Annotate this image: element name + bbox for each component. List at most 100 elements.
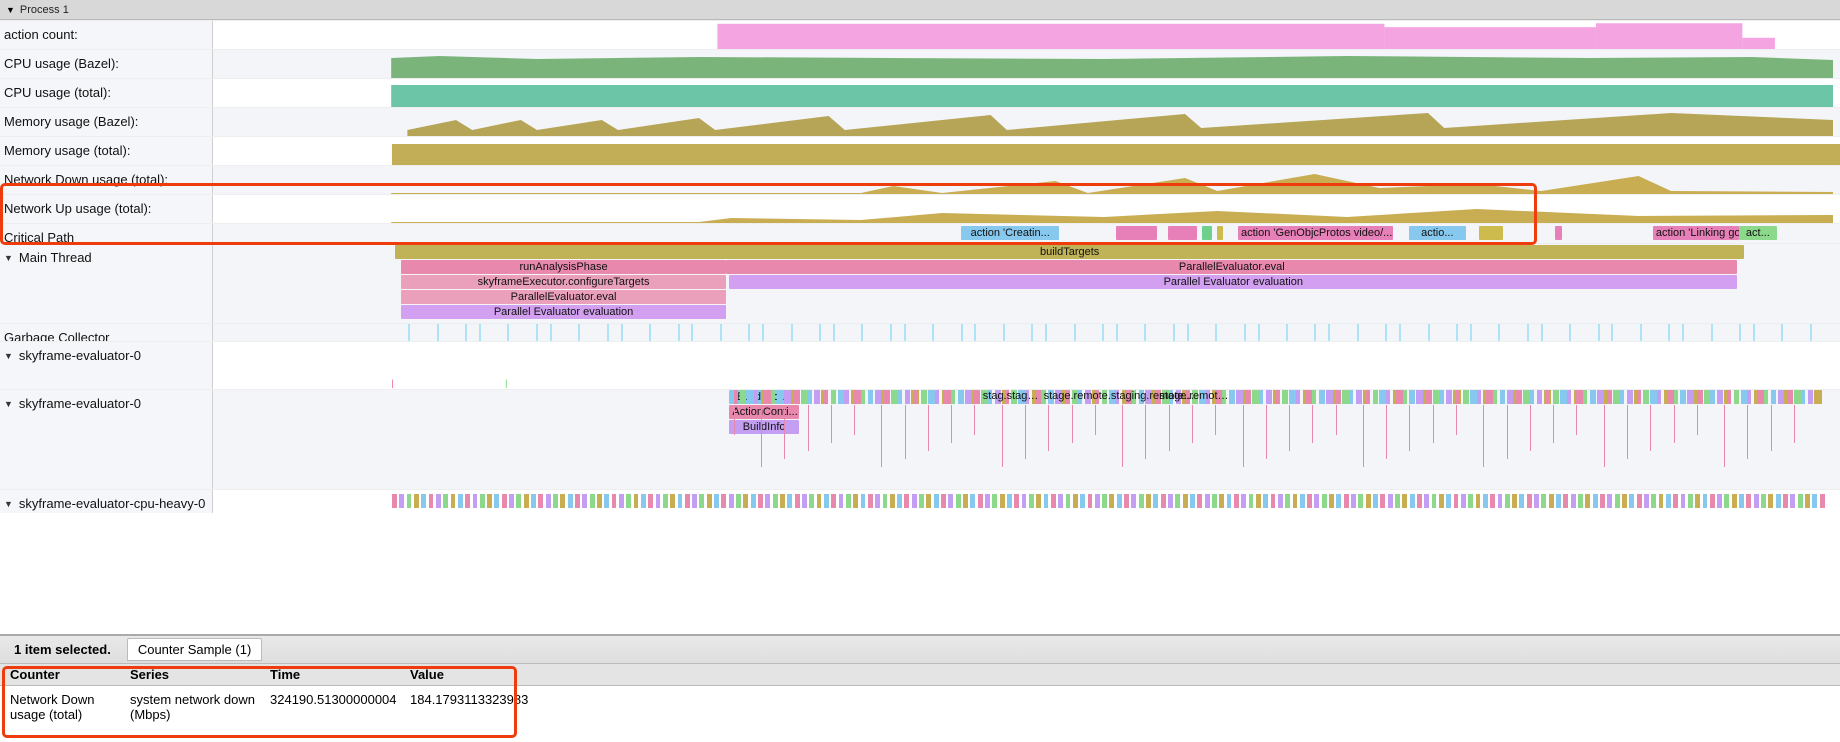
col-series[interactable]: Series	[130, 667, 270, 682]
track-label-sky0a[interactable]: ▼ skyframe-evaluator-0	[0, 342, 213, 389]
skycpu-stripe	[1058, 494, 1063, 508]
flame-bar[interactable]: buildTargets	[395, 245, 1745, 259]
skycpu-stripe	[612, 494, 617, 508]
sky-stripe	[1607, 390, 1613, 404]
critical-path-bar[interactable]	[1168, 226, 1197, 240]
col-value[interactable]: Value	[410, 667, 550, 682]
track-label-sky0b[interactable]: ▼ skyframe-evaluator-0	[0, 390, 213, 489]
track-label-gc[interactable]: Garbage Collector	[0, 324, 213, 341]
flame-bar[interactable]: skyframeExecutor.configureTargets	[401, 275, 727, 289]
critical-path-bar[interactable]	[1217, 226, 1224, 240]
sky-stripe	[1243, 405, 1244, 467]
skycpu-stripe	[1783, 494, 1788, 508]
sky-stripe	[1403, 390, 1407, 404]
skycpu-stripe	[502, 494, 507, 508]
tracks-area[interactable]: action count: CPU usage (Bazel): CPU usa…	[0, 20, 1840, 634]
sky-stripe	[854, 405, 855, 435]
track-chart-skycpu[interactable]	[213, 490, 1840, 513]
flame-bar[interactable]: ParallelEvaluator.eval	[401, 290, 727, 304]
gc-tick	[1074, 324, 1076, 341]
skycpu-stripe	[1300, 494, 1305, 508]
skycpu-stripe	[575, 494, 580, 508]
sky-stripe	[1710, 390, 1714, 404]
track-chart-sky0b[interactable]: BuildInfo ...ActionConti...BuildInfostag…	[213, 390, 1840, 489]
critical-path-bar[interactable]	[1202, 226, 1212, 240]
sky-stripe	[1373, 390, 1379, 404]
flame-bar[interactable]: runAnalysisPhase	[401, 260, 727, 274]
skycpu-stripe	[1293, 494, 1298, 508]
flame-bar[interactable]: Parallel Evaluator evaluation	[729, 275, 1737, 289]
gc-tick	[1314, 324, 1316, 341]
critical-path-bar[interactable]	[1479, 226, 1503, 240]
track-chart-critical[interactable]: action 'Creatin... action 'GenObjcProtos …	[213, 224, 1840, 243]
track-chart-cpu-bazel[interactable]	[213, 50, 1840, 78]
track-chart-net-up[interactable]	[213, 195, 1840, 223]
track-chart-mem-bazel[interactable]	[213, 108, 1840, 136]
track-chart-gc[interactable]	[213, 324, 1840, 341]
track-label-cpu-total[interactable]: CPU usage (total):	[0, 79, 213, 107]
sky-stripe	[1386, 405, 1387, 459]
chevron-down-icon[interactable]: ▼	[4, 499, 13, 509]
sky-stripe	[905, 390, 911, 404]
track-chart-main-thread[interactable]: buildTargetsrunAnalysisPhaseParallelEval…	[213, 244, 1840, 323]
track-chart-mem-total[interactable]	[213, 137, 1840, 165]
col-counter[interactable]: Counter	[0, 667, 130, 682]
skycpu-stripe	[494, 494, 499, 508]
flame-bar[interactable]: ParallelEvaluator.eval	[726, 260, 1737, 274]
critical-path-bar[interactable]: actio...	[1409, 226, 1466, 240]
sky-stripe	[1289, 405, 1290, 451]
chevron-down-icon[interactable]: ▼	[4, 399, 13, 409]
skycpu-stripe	[436, 494, 441, 508]
track-chart-action-count[interactable]	[213, 21, 1840, 49]
skycpu-stripe	[1607, 494, 1612, 508]
sky-bar[interactable]: BuildInfo	[729, 420, 799, 434]
sky-stripe	[951, 405, 952, 443]
skycpu-stripe	[1571, 494, 1576, 508]
sky-bar[interactable]: ActionConti...	[729, 405, 799, 419]
sky-stripe	[1771, 390, 1777, 404]
skycpu-stripe	[458, 494, 463, 508]
sky-stripe	[1463, 390, 1469, 404]
track-label-cpu-bazel[interactable]: CPU usage (Bazel):	[0, 50, 213, 78]
track-label-critical[interactable]: Critical Path	[0, 224, 213, 243]
track-label-skycpu[interactable]: ▼ skyframe-evaluator-cpu-heavy-0	[0, 490, 213, 513]
track-chart-net-down[interactable]	[213, 166, 1840, 194]
track-label-net-up[interactable]: Network Up usage (total):	[0, 195, 213, 223]
chevron-down-icon[interactable]: ▼	[4, 253, 13, 263]
sky-stripe	[1771, 405, 1772, 451]
sky-stripe	[868, 390, 874, 404]
skycpu-stripe	[919, 494, 924, 508]
sky-stripe	[1627, 405, 1628, 459]
col-time[interactable]: Time	[270, 667, 410, 682]
flame-bar[interactable]: Parallel Evaluator evaluation	[401, 305, 727, 319]
skycpu-stripe	[926, 494, 931, 508]
track-chart-sky0a[interactable]	[213, 342, 1840, 389]
skycpu-stripe	[1322, 494, 1327, 508]
sky-stripe	[935, 390, 939, 404]
skycpu-stripe	[1717, 494, 1722, 508]
critical-path-bar[interactable]	[1555, 226, 1562, 240]
skycpu-stripe	[861, 494, 866, 508]
skycpu-stripe	[1022, 494, 1027, 508]
table-row[interactable]: Network Down usage (total) system networ…	[0, 686, 1840, 742]
skycpu-stripe	[1754, 494, 1759, 508]
skycpu-stripe	[1373, 494, 1378, 508]
track-label-main-thread[interactable]: ▼ Main Thread	[0, 244, 213, 323]
track-label-action-count[interactable]: action count:	[0, 21, 213, 49]
tab-counter-sample[interactable]: Counter Sample (1)	[127, 638, 262, 661]
process-header[interactable]: ▼ Process 1	[0, 0, 1840, 20]
critical-path-bar[interactable]: action 'Linking go...	[1653, 226, 1739, 240]
track-label-mem-total[interactable]: Memory usage (total):	[0, 137, 213, 165]
track-label-net-down[interactable]: Network Down usage (total):	[0, 166, 213, 194]
chevron-down-icon[interactable]: ▼	[4, 351, 13, 361]
sky-stripe	[881, 405, 882, 467]
critical-path-bar[interactable]: action 'Creatin...	[961, 226, 1059, 240]
sky-stripe	[740, 390, 746, 404]
track-label-mem-bazel[interactable]: Memory usage (Bazel):	[0, 108, 213, 136]
critical-path-bar[interactable]: act...	[1739, 226, 1776, 240]
sky-stripe	[1229, 390, 1235, 404]
critical-path-bar[interactable]	[1116, 226, 1157, 240]
track-chart-cpu-total[interactable]	[213, 79, 1840, 107]
sky-stripe	[1734, 390, 1740, 404]
critical-path-bar[interactable]: action 'GenObjcProtos video/...	[1238, 226, 1393, 240]
